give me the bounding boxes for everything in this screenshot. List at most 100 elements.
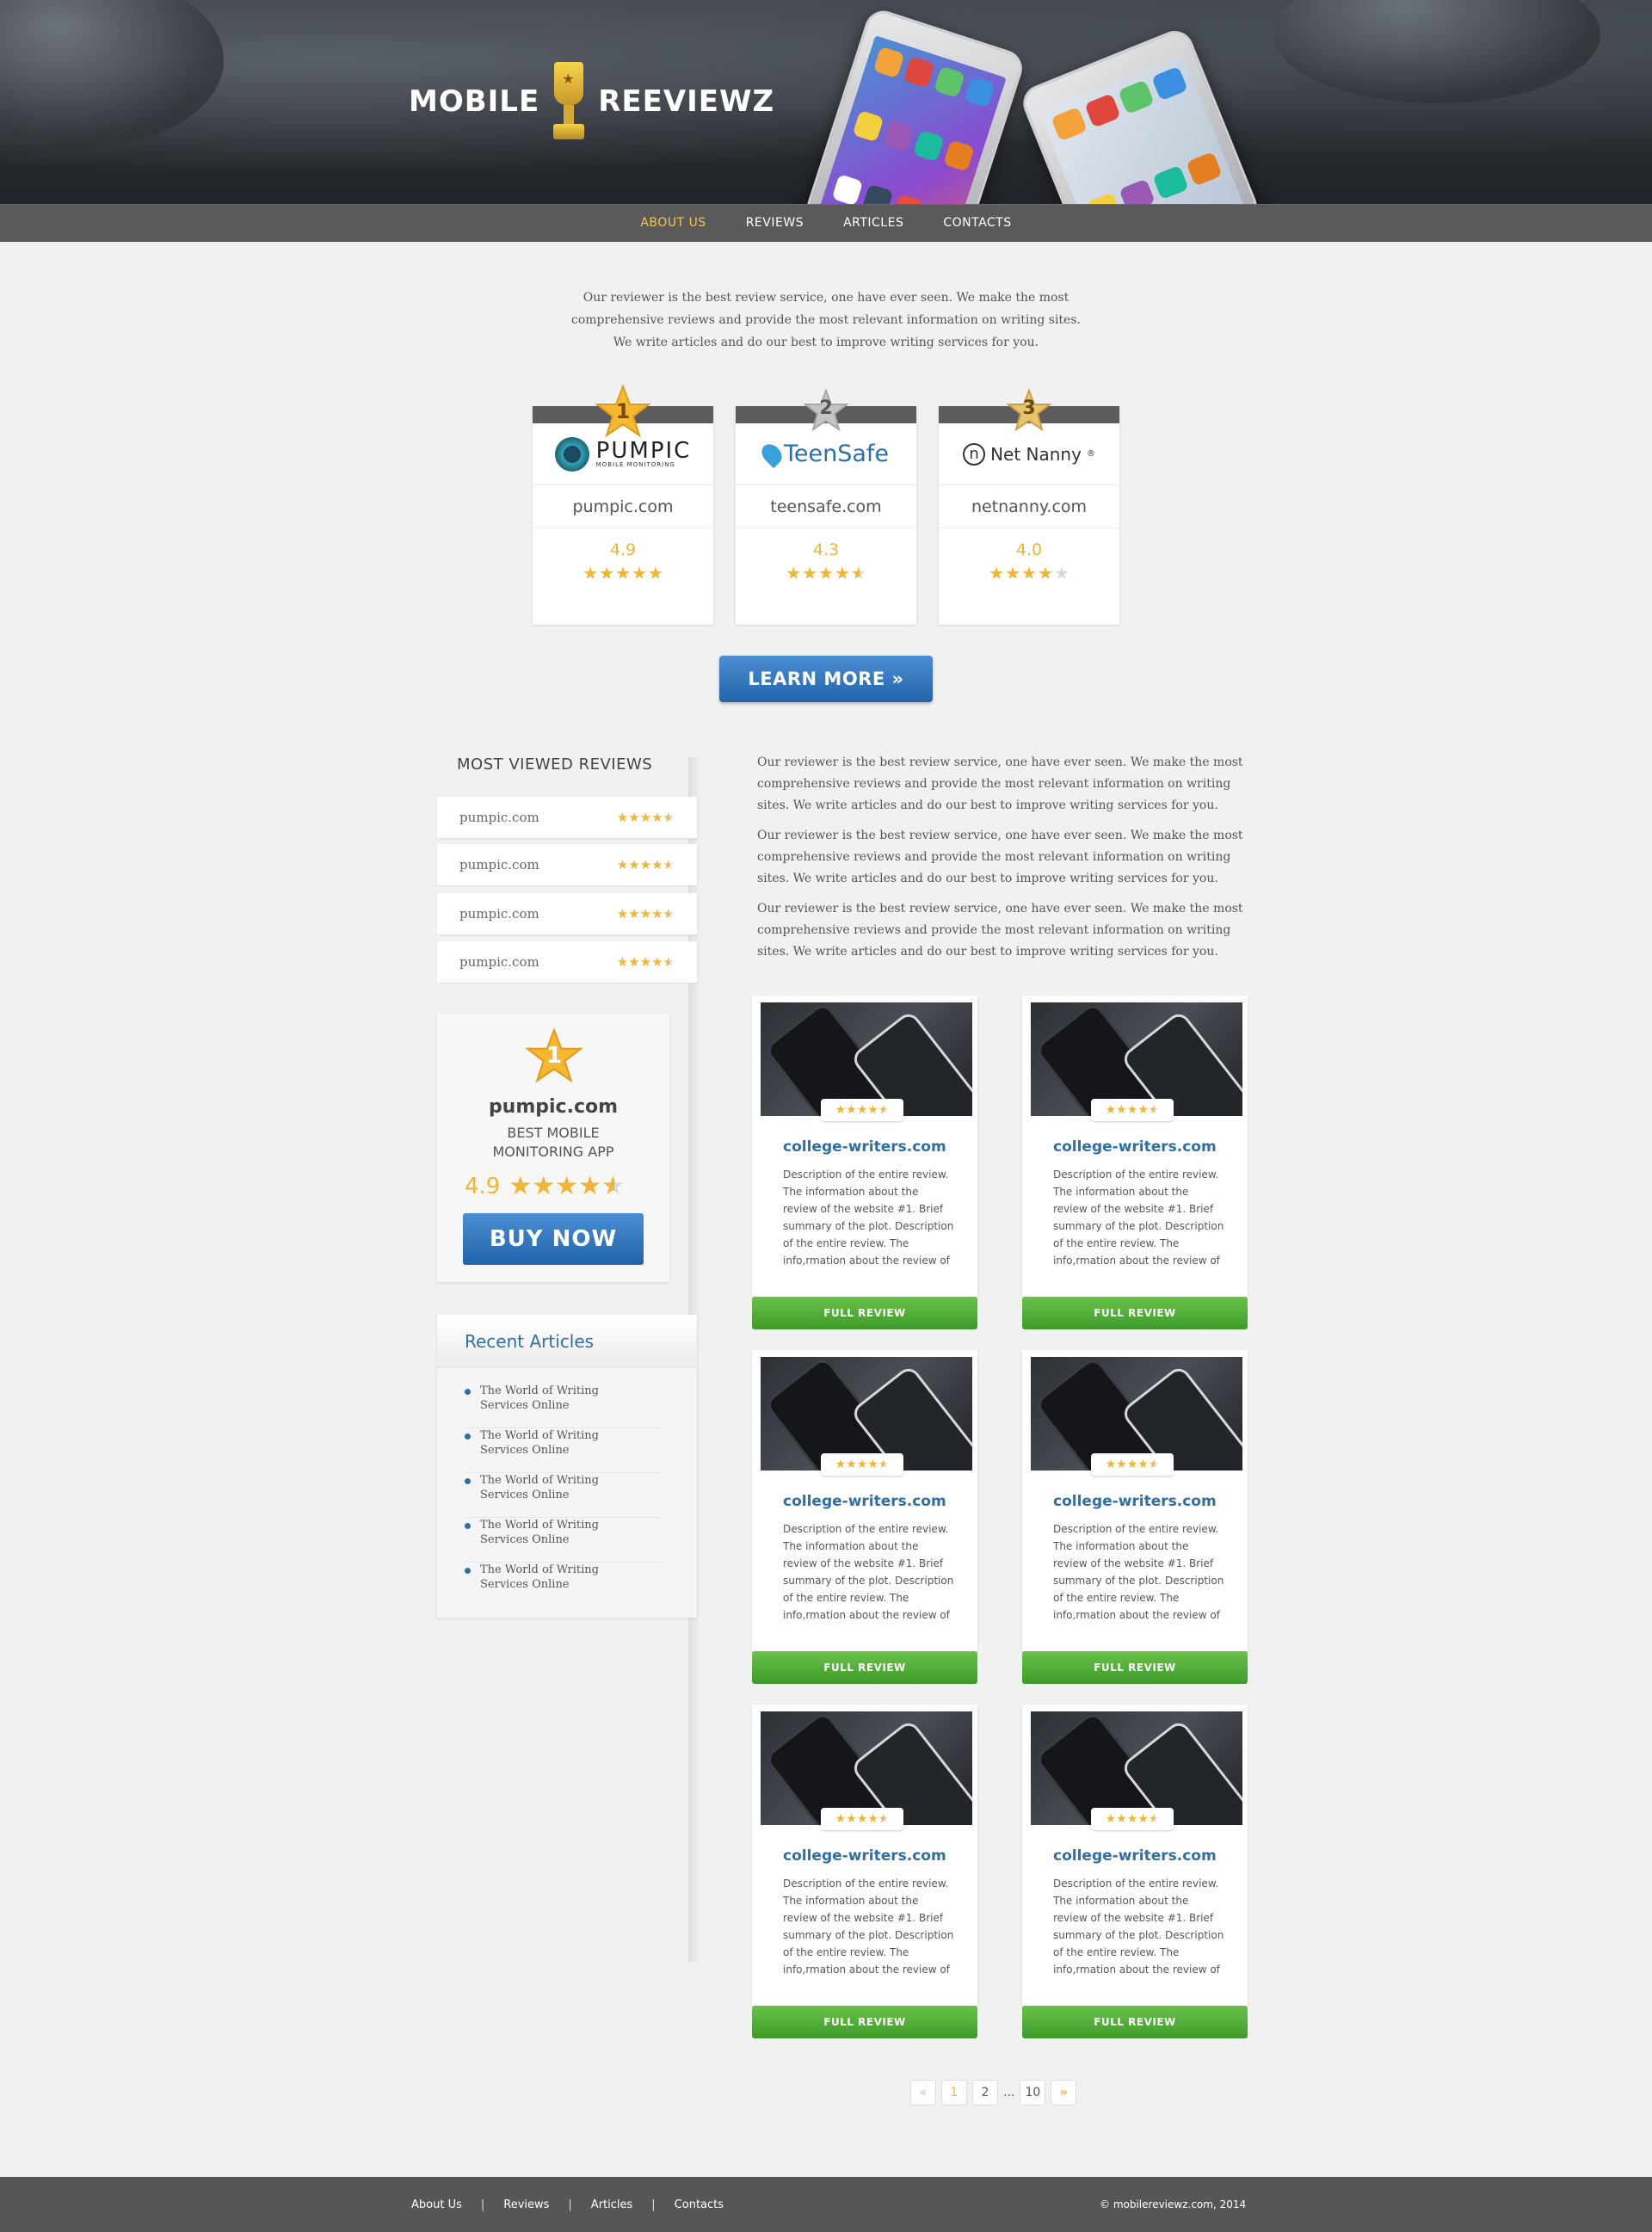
- nav-articles[interactable]: ARTICLES: [843, 216, 903, 230]
- star-half-icon: ★: [1148, 1812, 1160, 1826]
- star-half-icon: ★: [878, 1103, 890, 1117]
- recent-articles-title: Recent Articles: [437, 1315, 697, 1368]
- star-icon: ★: [1126, 1812, 1138, 1826]
- pagination: « 1 2 ... 10 »: [910, 2080, 1077, 2106]
- star-icon: ★: [532, 1171, 556, 1201]
- site-logo[interactable]: MOBILE REEVIEWZ: [409, 62, 774, 141]
- star-icon: ★: [647, 563, 663, 583]
- top-card-domain[interactable]: netnanny.com: [939, 485, 1119, 528]
- footer-link-articles[interactable]: Articles: [591, 2198, 632, 2211]
- star-rating: ★★★★★: [509, 1174, 625, 1199]
- star-icon: ★: [867, 1812, 878, 1826]
- pagination-page[interactable]: 2: [972, 2080, 998, 2106]
- most-viewed-item[interactable]: pumpic.com ★ ★ ★ ★ ★: [437, 941, 697, 983]
- star-rating: ★★★★★: [939, 564, 1119, 582]
- logo-word-reviewz: REEVIEWZ: [598, 84, 775, 119]
- review-title[interactable]: college-writers.com: [1053, 1493, 1217, 1510]
- hero-phone-image: [802, 6, 1027, 204]
- full-review-button[interactable]: FULL REVIEW: [1022, 2006, 1248, 2038]
- star-rating: ★★★★★: [821, 1453, 903, 1476]
- main-paragraph: Our reviewer is the best review service,…: [757, 829, 1243, 885]
- star-rating: ★★★★★: [617, 811, 675, 824]
- review-title[interactable]: college-writers.com: [1053, 1847, 1217, 1865]
- top-card-domain[interactable]: pumpic.com: [533, 485, 713, 528]
- top-card-2[interactable]: 2 TeenSafe teensafe.com 4.3 ★ ★ ★ ★ ★: [736, 388, 916, 625]
- most-viewed-item[interactable]: pumpic.com ★ ★ ★ ★ ★: [437, 893, 697, 934]
- star-rating: ★★★★★: [821, 1808, 903, 1830]
- recent-articles: Recent Articles The World of Writing Serv…: [437, 1315, 697, 1618]
- promo-rating: 4.9 ★★★★★: [465, 1174, 625, 1200]
- star-rating: ★★★★★: [617, 905, 675, 922]
- star-icon: ★: [628, 905, 640, 922]
- star-icon: ★: [639, 856, 652, 872]
- review-description: Description of the entire review. The in…: [783, 1877, 954, 1976]
- star-icon: ★: [1037, 563, 1053, 583]
- footer-links: About Us | Reviews | Articles | Contacts: [411, 2177, 724, 2232]
- star-icon: ★: [639, 953, 652, 970]
- star-empty-icon: ★: [1053, 563, 1069, 583]
- pagination-ellipsis: ...: [1003, 2086, 1015, 2099]
- nav-reviews[interactable]: REVIEWS: [746, 216, 804, 230]
- full-review-button[interactable]: FULL REVIEW: [1022, 1651, 1248, 1684]
- footer-link-contacts[interactable]: Contacts: [675, 2198, 724, 2211]
- star-icon: ★: [1021, 563, 1037, 583]
- star-rating: ★★★★★: [1091, 1808, 1174, 1830]
- star-icon: ★: [818, 563, 834, 583]
- star-icon: ★: [989, 563, 1005, 583]
- nav-contacts[interactable]: CONTACTS: [943, 216, 1011, 230]
- recent-article-link[interactable]: The World of Writing Services Online: [465, 1428, 663, 1473]
- star-icon: ★: [583, 563, 599, 583]
- star-icon: ★: [616, 856, 629, 872]
- promo-name[interactable]: pumpic.com: [437, 1096, 669, 1118]
- most-viewed-item[interactable]: pumpic.com ★ ★ ★ ★ ★: [437, 844, 697, 885]
- review-card: ★ ★ ★ ★ ★ college-writers.com Description of t…: [752, 1350, 977, 1684]
- rank-star-icon: 1: [595, 384, 651, 439]
- star-icon: ★: [615, 563, 631, 583]
- review-title[interactable]: college-writers.com: [1053, 1138, 1217, 1156]
- learn-more-button[interactable]: LEARN MORE »: [719, 656, 933, 702]
- star-icon: ★: [856, 1812, 868, 1826]
- promo-score: 4.9: [465, 1174, 501, 1199]
- nav-about-us[interactable]: ABOUT US: [640, 216, 706, 230]
- review-title[interactable]: college-writers.com: [783, 1138, 946, 1156]
- footer-link-about[interactable]: About Us: [411, 2198, 462, 2211]
- star-icon: ★: [1126, 1103, 1138, 1117]
- location-pin-icon: [757, 440, 786, 468]
- top-card-score: 4.9: [609, 540, 637, 559]
- recent-article-link[interactable]: The World of Writing Services Online: [465, 1518, 663, 1563]
- footer-link-reviews[interactable]: Reviews: [503, 2198, 549, 2211]
- star-icon: ★: [1137, 1458, 1149, 1471]
- star-icon: ★: [835, 1812, 847, 1826]
- double-chevron-right-icon: »: [891, 669, 904, 689]
- pagination-prev[interactable]: «: [910, 2080, 936, 2106]
- star-icon: ★: [616, 953, 629, 970]
- star-rating: ★★★★★: [821, 1099, 903, 1121]
- review-title[interactable]: college-writers.com: [783, 1847, 946, 1865]
- pagination-next[interactable]: »: [1051, 2080, 1077, 2106]
- main-paragraph: Our reviewer is the best review service,…: [757, 902, 1243, 959]
- recent-article-link[interactable]: The World of Writing Services Online: [465, 1473, 663, 1518]
- star-rating: ★★★★★: [1091, 1453, 1174, 1476]
- star-half-icon: ★: [663, 856, 675, 872]
- star-icon: ★: [628, 856, 640, 872]
- recent-article-link[interactable]: The World of Writing Services Online: [465, 1384, 663, 1428]
- pagination-page[interactable]: 10: [1020, 2080, 1046, 2106]
- intro-text: Our reviewer is the best review service,…: [571, 291, 1081, 349]
- star-icon: ★: [867, 1103, 878, 1117]
- most-viewed-item[interactable]: pumpic.com ★ ★ ★ ★ ★: [437, 797, 697, 838]
- full-review-button[interactable]: FULL REVIEW: [752, 2006, 977, 2038]
- star-icon: ★: [1105, 1103, 1117, 1117]
- top-card-3[interactable]: 3 n Net Nanny ® netnanny.com 4.0 ★ ★ ★ ★ ★: [939, 388, 1119, 625]
- full-review-button[interactable]: FULL REVIEW: [752, 1297, 977, 1329]
- buy-now-button[interactable]: BUY NOW: [463, 1213, 644, 1265]
- review-description: Description of the entire review. The in…: [1053, 1523, 1224, 1621]
- review-card: ★ ★ ★ ★ ★ college-writers.com Description of t…: [752, 1705, 977, 2038]
- top-card-domain[interactable]: teensafe.com: [736, 485, 916, 528]
- full-review-button[interactable]: FULL REVIEW: [752, 1651, 977, 1684]
- top-card-1[interactable]: 1 PUMPIC MOBILE MONITORING pumpic.com 4.…: [533, 384, 713, 625]
- pagination-page[interactable]: 1: [941, 2080, 967, 2106]
- review-title[interactable]: college-writers.com: [783, 1493, 946, 1510]
- full-review-button[interactable]: FULL REVIEW: [1022, 1297, 1248, 1329]
- star-rating: ★★★★★: [533, 564, 713, 582]
- recent-article-link[interactable]: The World of Writing Services Online: [465, 1563, 663, 1607]
